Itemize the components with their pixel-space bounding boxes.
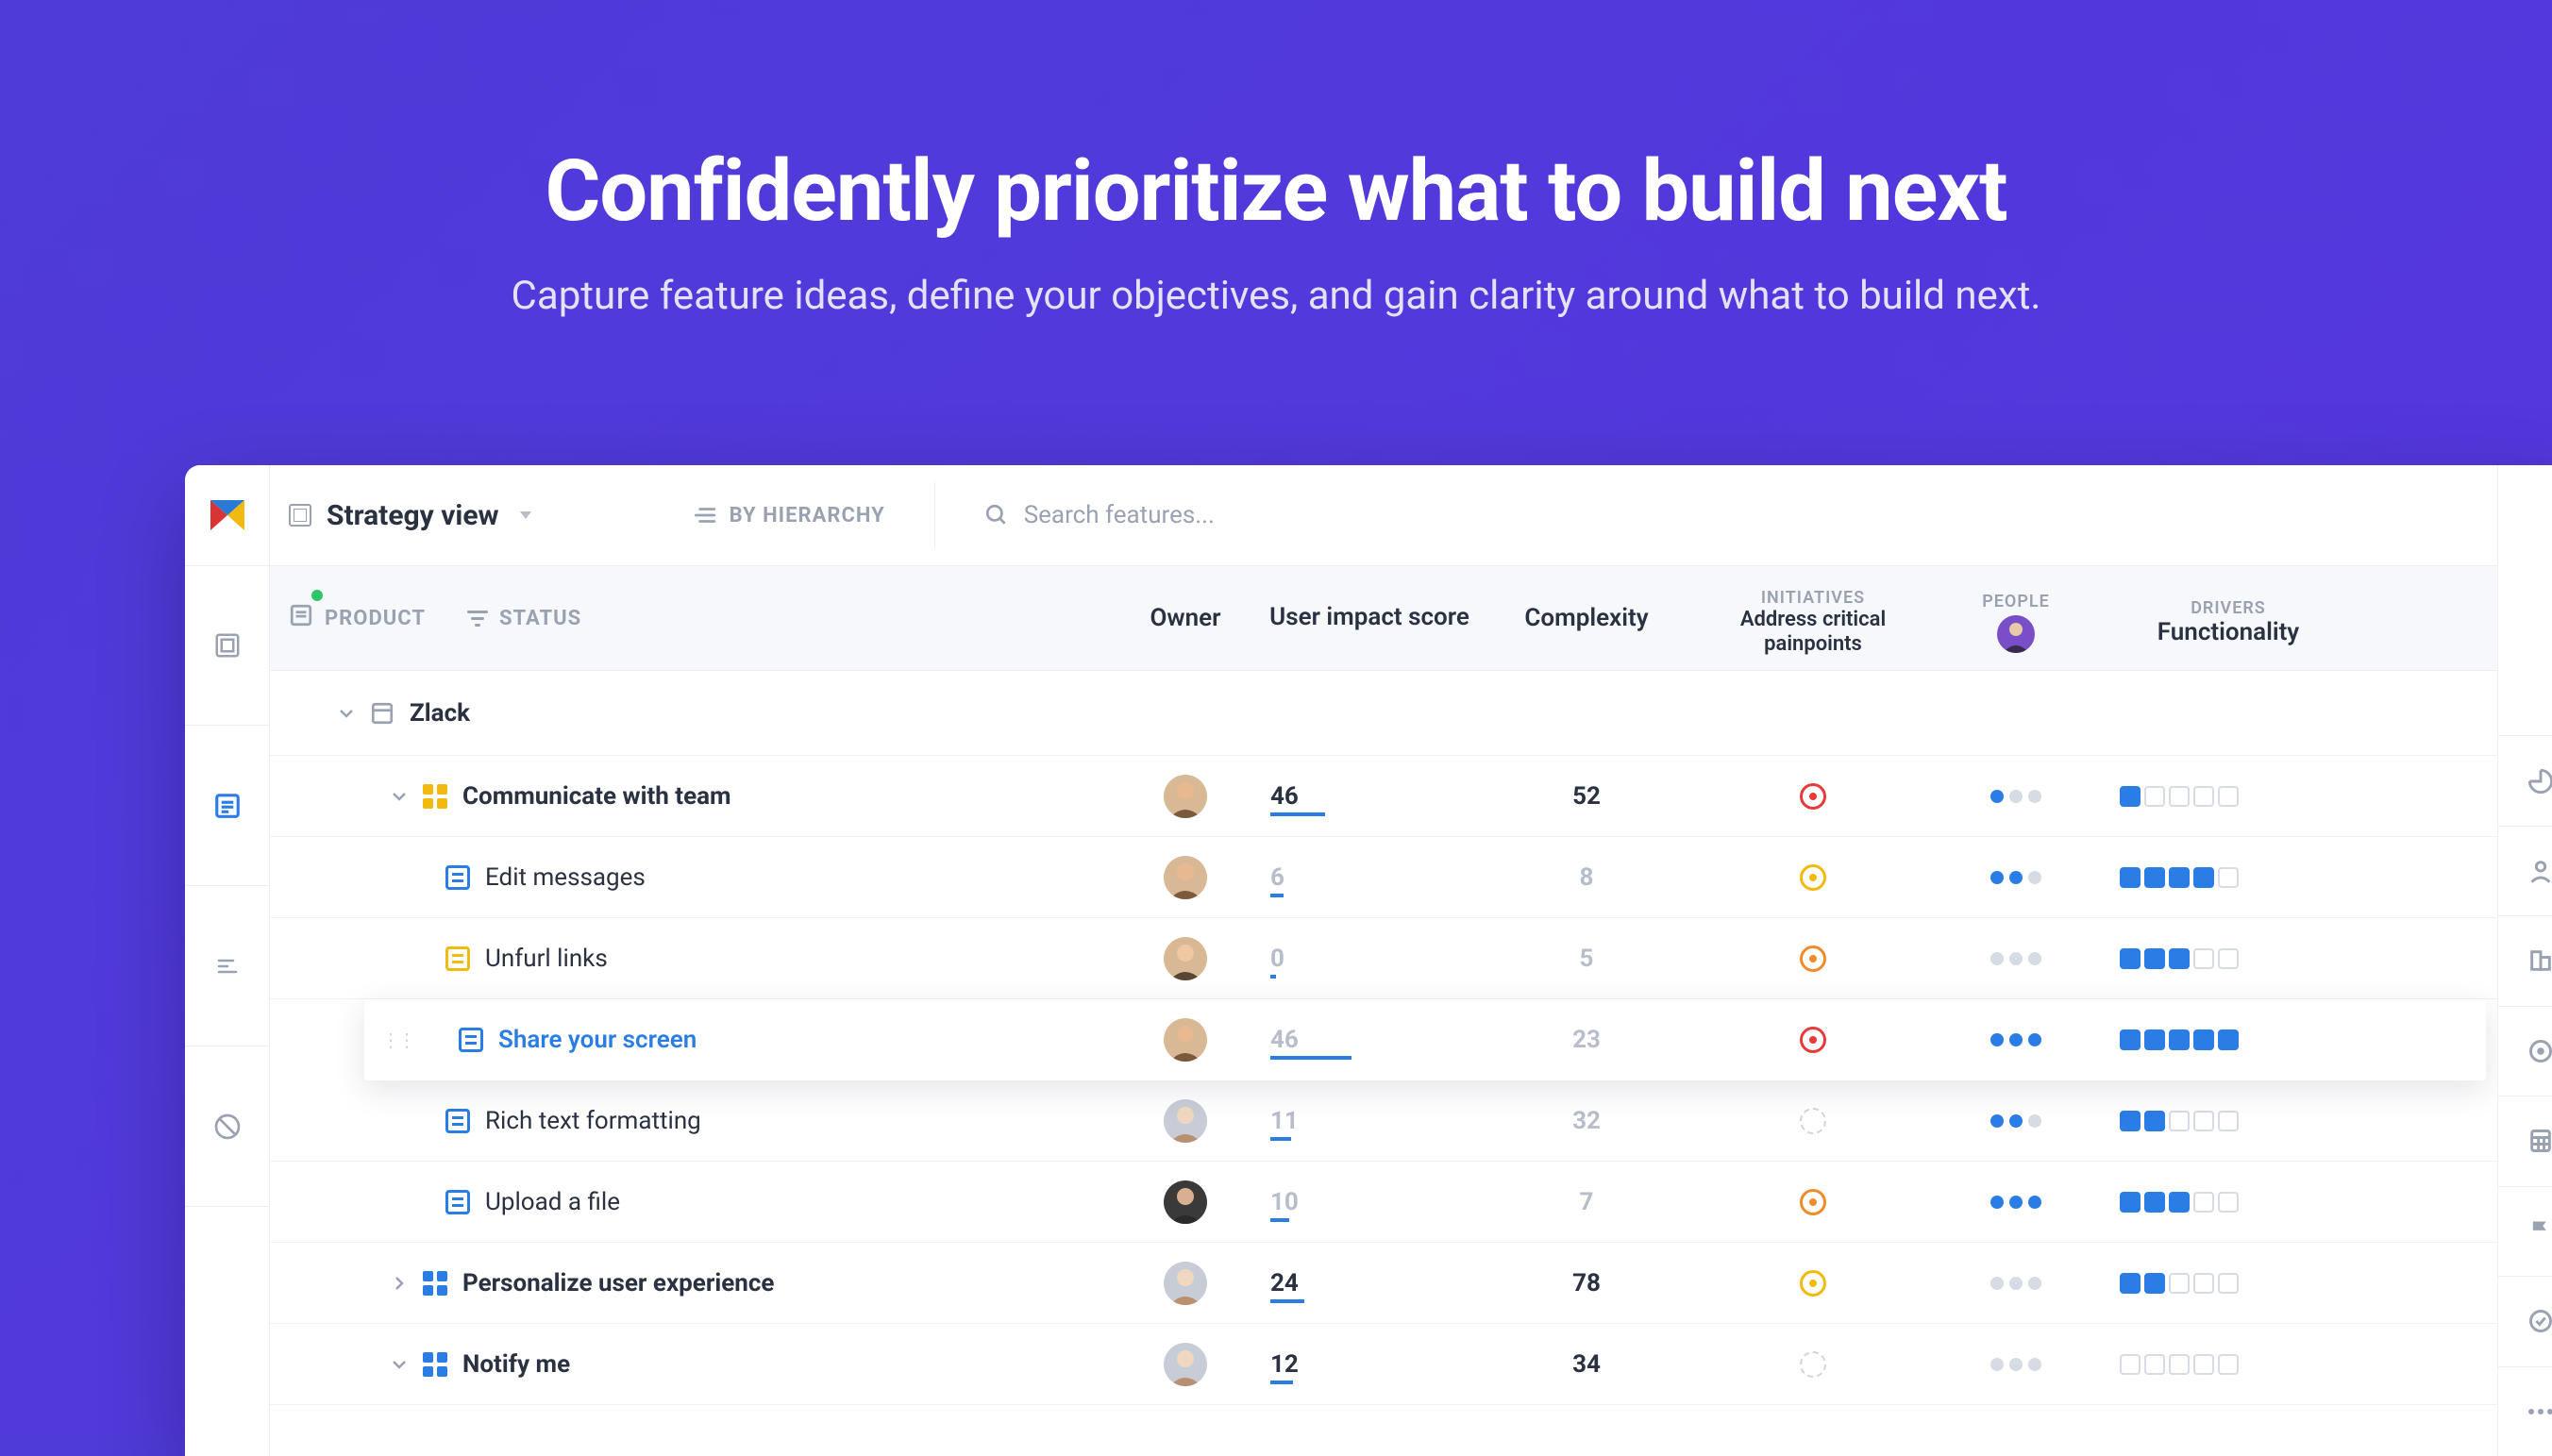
drag-handle-icon[interactable]: ⋮⋮ bbox=[381, 1029, 413, 1051]
impact-score[interactable]: 24 bbox=[1270, 1269, 1355, 1297]
impact-score[interactable]: 11 bbox=[1270, 1107, 1355, 1135]
search-icon bbox=[984, 503, 1009, 527]
col-owner[interactable]: Owner bbox=[1150, 604, 1221, 632]
chevron-down-icon[interactable] bbox=[338, 708, 355, 719]
chevron-right-icon[interactable] bbox=[391, 1276, 408, 1291]
owner-avatar[interactable] bbox=[1164, 775, 1207, 818]
group-drivers: DRIVERS bbox=[2191, 591, 2266, 618]
impact-score[interactable]: 6 bbox=[1270, 863, 1355, 892]
sort-label: BY HIERARCHY bbox=[730, 504, 885, 527]
nav-list-icon[interactable] bbox=[185, 886, 270, 1046]
impact-score[interactable]: 10 bbox=[1270, 1188, 1355, 1216]
search-field[interactable]: Search features... bbox=[984, 501, 1215, 529]
owner-avatar[interactable] bbox=[1164, 856, 1207, 899]
product-icon bbox=[370, 701, 395, 726]
right-sidebar bbox=[2497, 465, 2552, 1456]
impact-score[interactable]: 46 bbox=[1270, 782, 1355, 811]
owner-avatar[interactable] bbox=[1164, 1180, 1207, 1224]
group-icon bbox=[423, 1271, 447, 1296]
sort-by-hierarchy[interactable]: BY HIERARCHY bbox=[692, 504, 885, 527]
nav-features-icon[interactable] bbox=[185, 726, 270, 886]
group-row-communicate[interactable]: Communicate with team 46 52 bbox=[270, 756, 2497, 837]
app-window: Strategy view BY HIERARCHY Search featur… bbox=[185, 465, 2552, 1456]
people-dots[interactable] bbox=[1931, 790, 2101, 803]
feature-icon bbox=[445, 946, 470, 971]
left-sidebar bbox=[185, 465, 270, 1456]
feature-row-unfurl-links[interactable]: Unfurl links 0 5 bbox=[270, 918, 2497, 999]
feature-row-upload-file[interactable]: Upload a file 10 7 bbox=[270, 1162, 2497, 1243]
col-initiative[interactable]: Address critical painpoints bbox=[1695, 608, 1931, 656]
top-bar: Strategy view BY HIERARCHY Search featur… bbox=[270, 465, 2497, 565]
group-row-personalize[interactable]: Personalize user experience 24 78 bbox=[270, 1243, 2497, 1324]
col-impact[interactable]: User impact score bbox=[1269, 603, 1469, 632]
feature-icon bbox=[445, 1190, 470, 1214]
initiative-indicator[interactable] bbox=[1800, 1351, 1826, 1378]
chevron-down-icon[interactable] bbox=[391, 1359, 408, 1370]
app-logo[interactable] bbox=[185, 465, 270, 565]
owner-avatar[interactable] bbox=[1164, 1343, 1207, 1386]
impact-score[interactable]: 46 bbox=[1270, 1026, 1355, 1054]
product-name: Zlack bbox=[410, 699, 470, 728]
col-complexity[interactable]: Complexity bbox=[1524, 604, 1648, 632]
drivers-squares[interactable] bbox=[2101, 786, 2356, 807]
impact-score[interactable]: 12 bbox=[1270, 1350, 1355, 1379]
caret-down-icon bbox=[520, 511, 531, 519]
hero-title: Confidently prioritize what to build nex… bbox=[0, 142, 2552, 241]
nav-hidden-icon[interactable] bbox=[185, 1046, 270, 1207]
grid-icon bbox=[289, 504, 311, 527]
owner-avatar[interactable] bbox=[1164, 937, 1207, 980]
panel-flag-icon[interactable] bbox=[2498, 1186, 2552, 1276]
group-icon bbox=[423, 1352, 447, 1377]
panel-company-icon[interactable] bbox=[2498, 915, 2552, 1005]
col-drivers[interactable]: Functionality bbox=[2157, 618, 2299, 646]
hero-subtitle: Capture feature ideas, define your objec… bbox=[0, 273, 2552, 319]
view-title: Strategy view bbox=[327, 499, 499, 532]
panel-check-icon[interactable] bbox=[2498, 1276, 2552, 1365]
panel-more-icon[interactable] bbox=[2498, 1366, 2552, 1456]
owner-avatar[interactable] bbox=[1164, 1018, 1207, 1062]
feature-tree: Zlack Communicate with team 46 52 bbox=[270, 671, 2497, 1456]
group-initiatives: INITIATIVES bbox=[1761, 580, 1865, 608]
people-avatar[interactable] bbox=[1997, 615, 2035, 653]
initiative-indicator[interactable] bbox=[1800, 1189, 1826, 1215]
hero: Confidently prioritize what to build nex… bbox=[0, 0, 2552, 319]
nav-board-icon[interactable] bbox=[185, 565, 270, 726]
feature-icon bbox=[459, 1028, 483, 1052]
panel-target-icon[interactable] bbox=[2498, 1006, 2552, 1096]
filter-icon bbox=[467, 611, 488, 627]
initiative-indicator[interactable] bbox=[1800, 946, 1826, 972]
filter-product[interactable]: PRODUCT bbox=[289, 603, 426, 633]
feature-icon bbox=[445, 865, 470, 890]
panel-people-icon[interactable] bbox=[2498, 826, 2552, 915]
complexity-value[interactable]: 52 bbox=[1478, 782, 1695, 811]
initiative-indicator[interactable] bbox=[1800, 864, 1826, 891]
feature-row-edit-messages[interactable]: Edit messages 6 8 bbox=[270, 837, 2497, 918]
owner-avatar[interactable] bbox=[1164, 1099, 1207, 1143]
feature-row-share-screen[interactable]: ⋮⋮ Share your screen 46 23 bbox=[364, 999, 2486, 1080]
filter-status[interactable]: STATUS bbox=[467, 607, 581, 630]
panel-calc-icon[interactable] bbox=[2498, 1096, 2552, 1185]
initiative-indicator[interactable] bbox=[1800, 1270, 1826, 1297]
group-row-notify-me[interactable]: Notify me 12 34 bbox=[270, 1324, 2497, 1405]
view-selector[interactable]: Strategy view bbox=[289, 499, 531, 532]
divider bbox=[934, 482, 935, 548]
owner-avatar[interactable] bbox=[1164, 1262, 1207, 1305]
initiative-indicator[interactable] bbox=[1800, 783, 1826, 810]
initiative-indicator[interactable] bbox=[1800, 1027, 1826, 1053]
group-icon bbox=[423, 784, 447, 809]
feature-icon bbox=[445, 1109, 470, 1133]
product-row[interactable]: Zlack bbox=[270, 671, 2497, 756]
search-placeholder: Search features... bbox=[1024, 501, 1215, 529]
main-content: Strategy view BY HIERARCHY Search featur… bbox=[270, 465, 2497, 1456]
group-people: PEOPLE bbox=[1982, 584, 2050, 611]
columns-header: PRODUCT STATUS Owner User impact score C… bbox=[270, 565, 2497, 671]
panel-activity-icon[interactable] bbox=[2498, 735, 2552, 825]
chevron-down-icon[interactable] bbox=[391, 791, 408, 802]
impact-score[interactable]: 0 bbox=[1270, 945, 1355, 973]
initiative-indicator[interactable] bbox=[1800, 1108, 1826, 1134]
feature-row-rich-text[interactable]: Rich text formatting 11 32 bbox=[270, 1080, 2497, 1162]
